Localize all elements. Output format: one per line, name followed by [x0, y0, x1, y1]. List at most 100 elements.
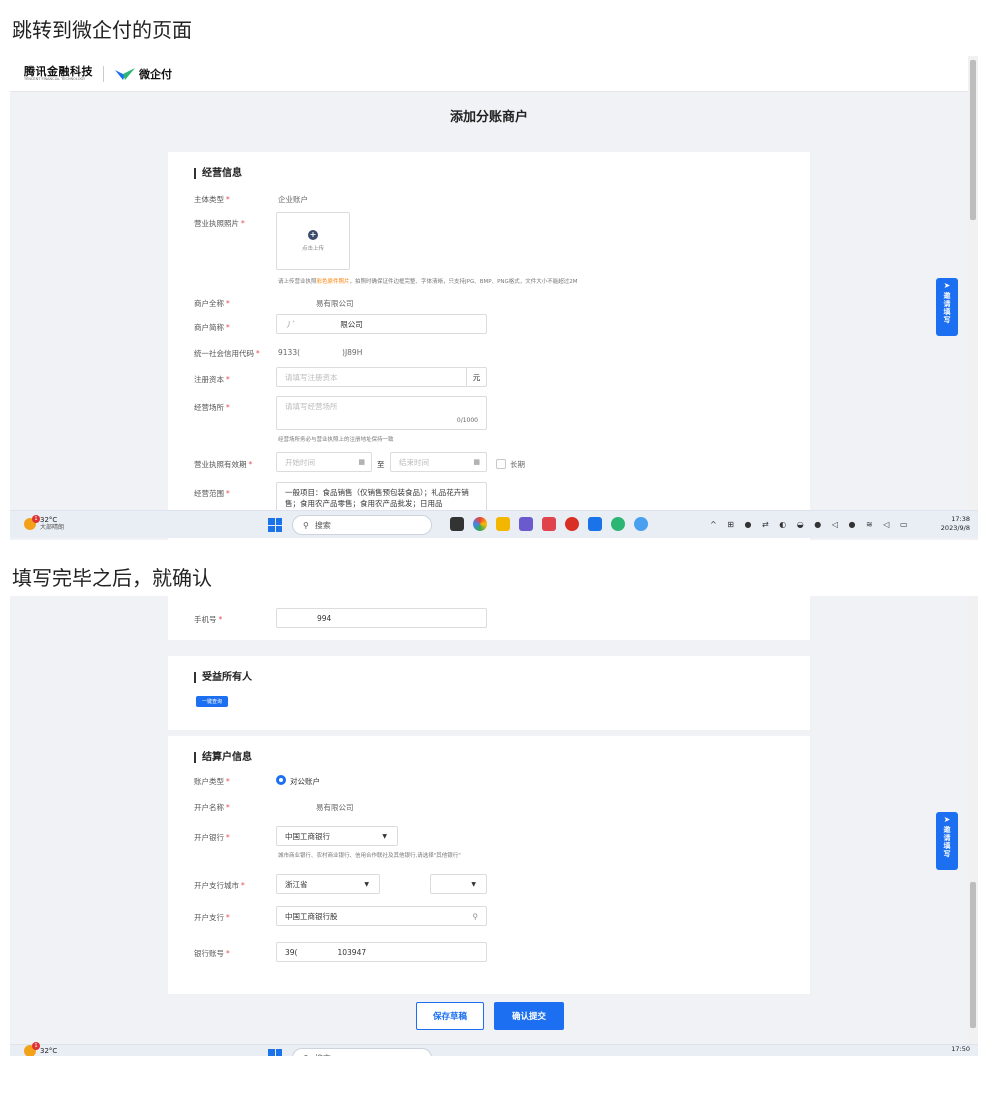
- send-icon: ➤: [943, 815, 951, 824]
- plus-icon: +: [308, 230, 318, 240]
- value-entity-type: 企业账户: [278, 195, 308, 204]
- long-term-label: 长期: [510, 460, 525, 469]
- value-account-name: 易有限公司: [316, 803, 354, 812]
- label-account-type: 账户类型 *: [194, 777, 230, 786]
- taskbar-clock[interactable]: 17:38 2023/9/8: [941, 515, 970, 533]
- capital-input[interactable]: 请填写注册资本 元: [276, 367, 487, 387]
- value-credit-code: 9133()J89H: [278, 348, 363, 357]
- phone-card: 手机号 * 994: [168, 596, 810, 640]
- chevron-down-icon: ▼: [382, 832, 387, 840]
- weqifu-logo-icon: [115, 67, 135, 80]
- label-full-name: 商户全称 *: [194, 299, 230, 308]
- invite-fill-button[interactable]: ➤ 邀请填写: [936, 812, 958, 870]
- label-validity: 营业执照有效期 *: [194, 460, 253, 469]
- city-select[interactable]: ▼: [430, 874, 487, 894]
- caption-second: 填写完毕之后，就确认: [12, 566, 212, 590]
- branch-input[interactable]: 中国工商银行股 ⚲: [276, 906, 487, 926]
- app-icon[interactable]: [588, 517, 602, 531]
- app-icon[interactable]: [634, 517, 648, 531]
- section-title-beneficiary: 受益所有人: [194, 672, 252, 683]
- address-hint: 经营场所务必与营业执照上的注册地址保持一致: [278, 437, 394, 443]
- settlement-card: 结算户信息 账户类型 * 对公账户 开户名称 * 易有限公司 开户银行 * 中国工商银…: [168, 736, 810, 994]
- product-name: 微企付: [139, 67, 172, 81]
- taskbar-search[interactable]: ⚲搜索: [292, 515, 432, 535]
- page-title: 添加分账商户: [449, 110, 528, 125]
- search-icon: ⚲: [303, 1054, 309, 1057]
- label-account-name: 开户名称 *: [194, 803, 230, 812]
- label-capital: 注册资本 *: [194, 375, 230, 384]
- label-short-name: 商户简称 *: [194, 323, 230, 332]
- province-select[interactable]: 浙江省 ▼: [276, 874, 380, 894]
- weather-sun-icon: 1: [24, 1042, 40, 1056]
- one-click-query-button[interactable]: 一键查询: [196, 696, 229, 707]
- divider: [103, 65, 104, 82]
- taskbar-apps: [450, 517, 648, 531]
- search-icon: ⚲: [303, 520, 309, 530]
- taskbar-search[interactable]: ⚲搜索: [292, 1048, 432, 1056]
- weqifu-logo: 微企付: [114, 66, 172, 82]
- label-scope: 经营范围 *: [194, 489, 230, 498]
- label-credit-code: 统一社会信用代码 *: [194, 349, 260, 358]
- capital-unit: 元: [466, 368, 486, 386]
- app-icon[interactable]: [450, 517, 464, 531]
- chevron-down-icon: ▼: [364, 880, 369, 888]
- validity-end-input[interactable]: 结束时间 ▦: [390, 452, 487, 472]
- screenshot-filled-form: 手机号 * 994 受益所有人 一键查询 结算户信息 账户类型 * 对公账户 开户名…: [10, 596, 978, 1056]
- caption-first: 跳转到微企付的页面: [12, 18, 192, 42]
- section-title-business: 经营信息: [194, 168, 242, 179]
- windows-start-icon[interactable]: [268, 1049, 282, 1056]
- label-branch: 开户支行 *: [194, 913, 230, 922]
- system-tray[interactable]: ^ ⊞ ● ⇄ ◐ ◒ ● ◁ ● ≋ ◁ ▭: [710, 520, 912, 529]
- long-term-checkbox[interactable]: [496, 459, 506, 469]
- chevron-down-icon: ▼: [471, 880, 476, 888]
- bank-hint: 城市商业银行、农村商业银行、信用合作联社及其他银行,请选择"其他银行": [278, 853, 461, 859]
- label-bank: 开户银行 *: [194, 833, 230, 842]
- save-draft-button[interactable]: 保存草稿: [416, 1002, 484, 1030]
- search-icon: ⚲: [472, 911, 479, 921]
- weather-sun-icon: 1: [24, 515, 40, 530]
- business-info-card: 经营信息 主体类型 * 企业账户 营业执照照片 * + 点击上传 请上传营业执照彩色…: [168, 152, 810, 540]
- value-account-type: 对公账户: [290, 777, 320, 786]
- validity-start-input[interactable]: 开始时间 ▦: [276, 452, 372, 472]
- label-account-no: 银行账号 *: [194, 949, 230, 958]
- address-counter: 0/1000: [456, 417, 478, 424]
- calendar-icon: ▦: [473, 458, 480, 466]
- calendar-icon: ▦: [358, 458, 365, 466]
- tencent-fintech-logo: 腾讯金融科技 TENCENT FINANCIAL TECHNOLOGY: [24, 64, 93, 81]
- label-phone: 手机号 *: [194, 615, 223, 624]
- label-entity-type: 主体类型 *: [194, 195, 230, 204]
- license-hint: 请上传营业执照彩色原件照片，拍照时确保证件边框完整、字体清晰，只支持JPG、BM…: [278, 279, 578, 285]
- license-upload-box[interactable]: + 点击上传: [276, 212, 350, 270]
- section-title-settlement: 结算户信息: [194, 752, 252, 763]
- invite-fill-button[interactable]: ➤ 邀请填写: [936, 278, 958, 336]
- phone-input[interactable]: 994: [276, 608, 487, 628]
- label-branch-city: 开户支行城市 *: [194, 881, 245, 890]
- address-textarea[interactable]: 请填写经营场所 0/1000: [276, 396, 487, 430]
- app-icon[interactable]: [519, 517, 533, 531]
- page-scrollbar[interactable]: [968, 56, 978, 540]
- wechat-icon[interactable]: [611, 517, 625, 531]
- taskbar-clock[interactable]: 17:50: [951, 1045, 970, 1054]
- account-no-input[interactable]: 39(103947: [276, 942, 487, 962]
- page-scrollbar[interactable]: [968, 596, 978, 1056]
- folder-icon[interactable]: [496, 517, 510, 531]
- bank-select[interactable]: 中国工商银行 ▼: [276, 826, 398, 846]
- short-name-input[interactable]: 丿ﾞ 限公司: [276, 314, 487, 334]
- validity-sep: 至: [377, 460, 385, 469]
- chrome-icon[interactable]: [473, 517, 487, 531]
- windows-start-icon[interactable]: [268, 518, 282, 532]
- label-address: 经营场所 *: [194, 403, 230, 412]
- app-icon[interactable]: [565, 517, 579, 531]
- top-bar: 腾讯金融科技 TENCENT FINANCIAL TECHNOLOGY 微企付: [10, 56, 968, 92]
- app-icon[interactable]: [542, 517, 556, 531]
- send-icon: ➤: [943, 281, 951, 290]
- screenshot-weqifu-page: 腾讯金融科技 TENCENT FINANCIAL TECHNOLOGY 微企付 …: [10, 56, 978, 540]
- value-full-name: 易有限公司: [316, 299, 354, 308]
- weather-widget[interactable]: 1 32°C 大部晴朗: [24, 515, 64, 532]
- beneficiary-card: 受益所有人 一键查询: [168, 656, 810, 730]
- windows-taskbar-partial: 1 32°C ⚲搜索 17:50: [10, 1042, 978, 1056]
- radio-corporate-account[interactable]: [276, 775, 286, 785]
- submit-button[interactable]: 确认提交: [494, 1002, 564, 1030]
- weather-widget[interactable]: 1 32°C: [24, 1042, 57, 1056]
- windows-taskbar: 1 32°C 大部晴朗 ⚲ 搜索 ^ ⊞ ● ⇄ ◐ ◒ ● ◁ ● ≋ ◁ ▭ 1…: [10, 510, 978, 538]
